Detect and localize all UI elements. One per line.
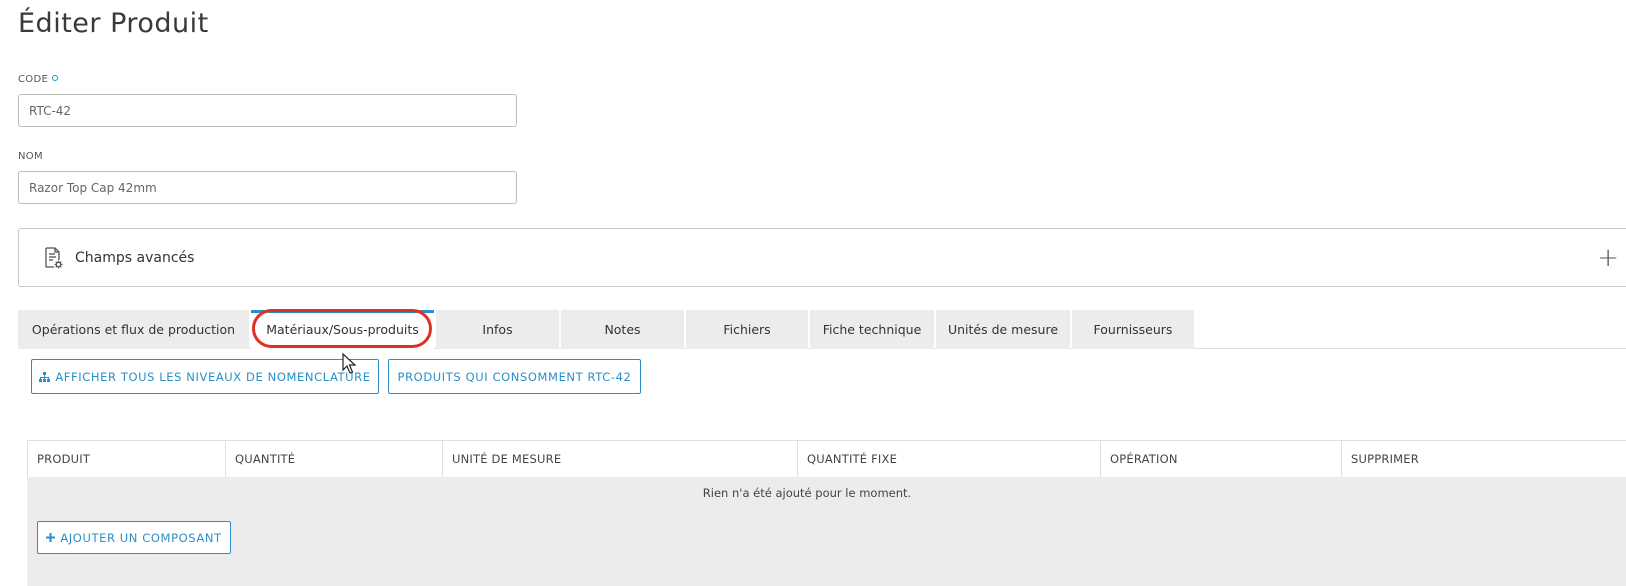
column-header-delete[interactable]: SUPPRIMER xyxy=(1341,441,1626,477)
document-gear-icon xyxy=(41,246,65,270)
tab-files[interactable]: Fichiers xyxy=(686,310,808,349)
expand-plus-icon[interactable]: + xyxy=(1597,245,1619,271)
tab-notes[interactable]: Notes xyxy=(561,310,684,349)
tab-technical-sheet[interactable]: Fiche technique xyxy=(810,310,934,349)
column-header-unit[interactable]: UNITÉ DE MESURE xyxy=(442,441,797,477)
code-label: CODE xyxy=(18,74,59,85)
name-label: NOM xyxy=(18,151,43,162)
add-component-button[interactable]: AJOUTER UN COMPOSANT xyxy=(37,521,231,554)
empty-message: Rien n'a été ajouté pour le moment. xyxy=(702,486,912,500)
show-all-bom-levels-button[interactable]: AFFICHER TOUS LES NIVEAUX DE NOMENCLATUR… xyxy=(31,359,379,394)
column-header-product[interactable]: PRODUIT xyxy=(27,441,225,477)
tab-units-of-measure[interactable]: Unités de mesure xyxy=(936,310,1070,349)
tab-infos[interactable]: Infos xyxy=(436,310,559,349)
plus-icon xyxy=(46,533,56,542)
column-header-fixed-quantity[interactable]: QUANTITÉ FIXE xyxy=(797,441,1100,477)
column-header-operation[interactable]: OPÉRATION xyxy=(1100,441,1341,477)
advanced-fields-label: Champs avancés xyxy=(75,249,195,266)
sitemap-icon xyxy=(39,371,51,382)
components-table: PRODUIT QUANTITÉ UNITÉ DE MESURE QUANTIT… xyxy=(27,440,1626,586)
tab-bar: Opérations et flux de production Matéria… xyxy=(18,310,1196,349)
table-header: PRODUIT QUANTITÉ UNITÉ DE MESURE QUANTIT… xyxy=(27,440,1626,477)
name-input[interactable] xyxy=(18,171,517,204)
page-title: Éditer Produit xyxy=(18,8,209,39)
tab-operations[interactable]: Opérations et flux de production xyxy=(18,310,249,349)
table-body: Rien n'a été ajouté pour le moment. AJOU… xyxy=(27,477,1626,586)
code-input[interactable] xyxy=(18,94,517,127)
consuming-products-button[interactable]: PRODUITS QUI CONSOMMENT RTC-42 xyxy=(388,359,641,394)
tab-suppliers[interactable]: Fournisseurs xyxy=(1072,310,1194,349)
tab-materials[interactable]: Matériaux/Sous-produits xyxy=(251,310,434,349)
advanced-fields-panel[interactable]: Champs avancés + xyxy=(18,228,1626,287)
required-indicator-icon xyxy=(52,75,59,81)
column-header-quantity[interactable]: QUANTITÉ xyxy=(225,441,442,477)
